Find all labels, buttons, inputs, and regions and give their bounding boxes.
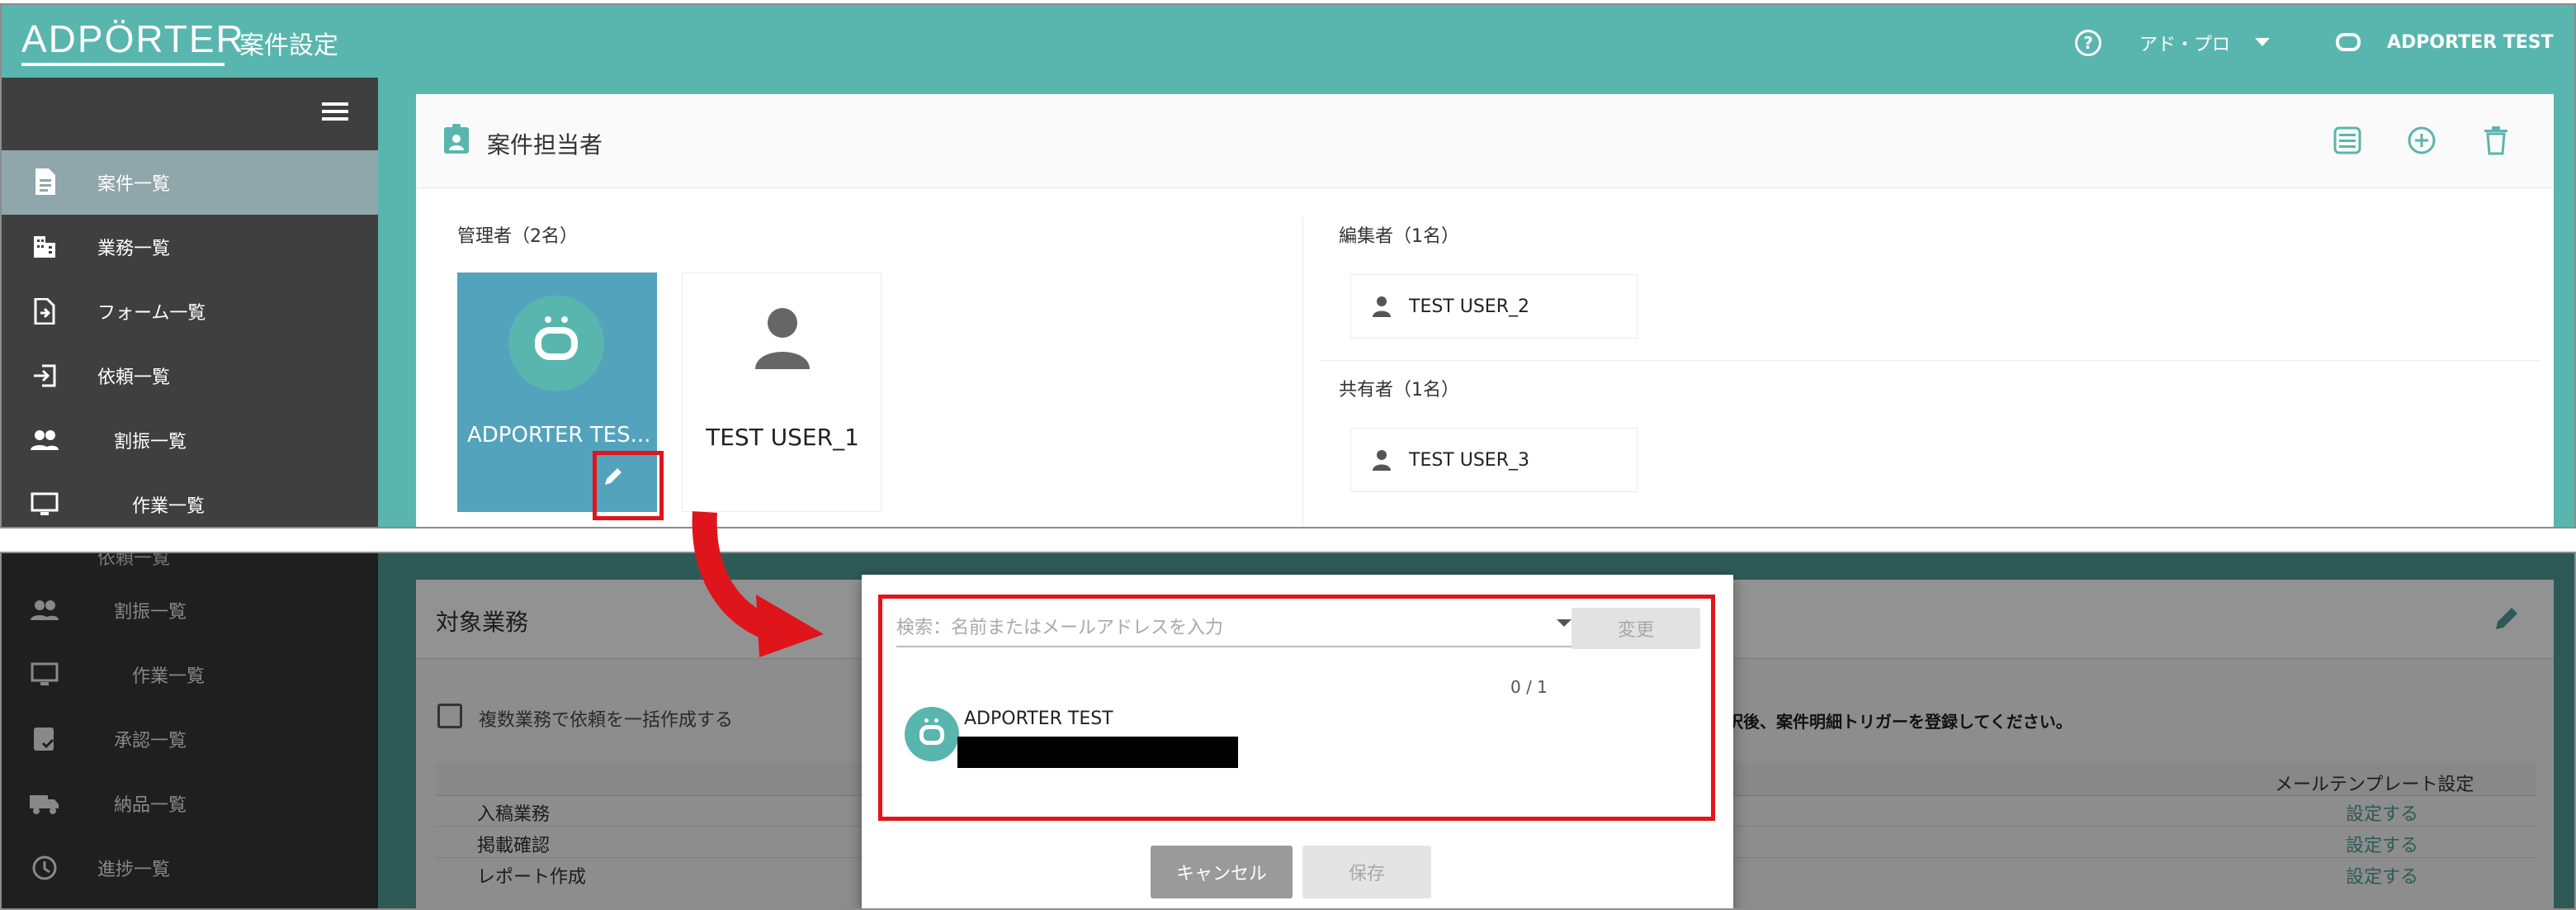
sidebar-item-label: 案件一覧 xyxy=(97,174,171,195)
bottom-screenshot-panel: 依頼一覧 割振一覧 作業一覧 承認一覧 納品一覧 進捗一覧 対象業務 複数業務で xyxy=(0,552,2576,910)
logo[interactable]: ADPÖRTER xyxy=(21,17,245,66)
sharers-label: 共有者（1名） xyxy=(1339,380,1459,400)
manager-tile[interactable]: TEST USER_1 xyxy=(682,273,882,512)
truck-icon xyxy=(30,789,59,818)
editor-chip[interactable]: TEST USER_2 xyxy=(1350,274,1638,339)
assignees-card-header xyxy=(416,94,2554,188)
person-icon xyxy=(1373,296,1391,317)
dialog-highlight-box xyxy=(878,595,1715,821)
set-link[interactable]: 設定する xyxy=(2346,831,2418,857)
bulk-checkbox[interactable] xyxy=(437,704,462,728)
column-divider xyxy=(1302,216,1303,527)
manager-name: ADPORTER TES... xyxy=(467,423,650,448)
sidebar-item-label: 依頼一覧 xyxy=(97,367,171,388)
sidebar-item-label: フォーム一覧 xyxy=(97,303,206,324)
sidebar-item-label: 進捗一覧 xyxy=(97,860,171,880)
sidebar-item-label: 割振一覧 xyxy=(114,602,187,623)
page-title: 案件設定 xyxy=(239,31,338,60)
people-icon xyxy=(30,595,59,625)
section-divider xyxy=(1321,360,2541,361)
sharer-name: TEST USER_3 xyxy=(1409,449,1529,471)
editor-name: TEST USER_2 xyxy=(1409,296,1529,317)
sidebar-item-allocation[interactable]: 割振一覧 xyxy=(2,578,378,642)
login-icon xyxy=(30,361,59,391)
person-icon xyxy=(1373,450,1391,471)
document-icon xyxy=(30,168,59,197)
flow-arrow xyxy=(692,511,824,657)
file-import-icon xyxy=(30,296,59,326)
building-icon xyxy=(30,232,59,262)
monitor-icon xyxy=(30,660,59,690)
sidebar-item-label: 作業一覧 xyxy=(132,496,206,517)
menu-toggle-icon[interactable] xyxy=(322,102,348,121)
edit-pencil-icon[interactable] xyxy=(2493,604,2521,633)
monitor-icon xyxy=(30,490,59,519)
set-link[interactable]: 設定する xyxy=(2346,799,2418,826)
sidebar-item-label: 作業一覧 xyxy=(132,666,206,687)
sidebar-item-allocation[interactable]: 割振一覧 xyxy=(2,408,378,472)
sidebar-item-delivery[interactable]: 納品一覧 xyxy=(2,771,378,836)
org-selector[interactable]: アド・プロ xyxy=(2139,30,2230,56)
sidebar-item-label: 割振一覧 xyxy=(114,432,187,453)
mail-template-header: メールテンプレート設定 xyxy=(2275,775,2474,795)
list-view-icon[interactable] xyxy=(2333,126,2362,155)
sidebar-item-requests[interactable]: 依頼一覧 xyxy=(2,344,378,408)
bulk-checkbox-label: 複数業務で依頼を一括作成する xyxy=(479,710,734,731)
sidebar-item-work[interactable]: 作業一覧 xyxy=(2,642,378,707)
help-icon[interactable]: ? xyxy=(2075,30,2101,56)
add-circle-icon[interactable] xyxy=(2407,126,2437,155)
sidebar-item-forms[interactable]: フォーム一覧 xyxy=(2,279,378,344)
save-button[interactable]: 保存 xyxy=(1302,846,1431,898)
work-row-name: 入稿業務 xyxy=(477,804,551,825)
person-icon xyxy=(755,306,810,369)
member-select-dialog: 検索：名前またはメールアドレスを入力 変更 0 / 1 ADPORTER TES… xyxy=(862,575,1733,908)
app-header: ADPÖRTER 案件設定 ? アド・プロ ADPORTER TEST xyxy=(2,5,2574,78)
people-icon xyxy=(30,425,59,455)
sidebar-item-projects[interactable]: 案件一覧 xyxy=(2,150,378,215)
clipboard-user-icon xyxy=(444,124,469,154)
cancel-button[interactable]: キャンセル xyxy=(1151,846,1293,898)
edit-highlight-box xyxy=(593,451,664,520)
sidebar-item-label-partial: 依頼一覧 xyxy=(97,552,171,569)
sidebar-item-progress[interactable]: 進捗一覧 xyxy=(2,836,378,900)
work-row-name: 掲載確認 xyxy=(477,836,551,856)
manager-name: TEST USER_1 xyxy=(706,424,859,451)
clock-icon xyxy=(30,853,59,883)
sidebar-item-approval[interactable]: 承認一覧 xyxy=(2,707,378,771)
sidebar-item-work[interactable]: 作業一覧 xyxy=(2,472,378,527)
approval-icon xyxy=(30,724,59,754)
header-user-name[interactable]: ADPORTER TEST xyxy=(2387,32,2554,53)
sharer-chip[interactable]: TEST USER_3 xyxy=(1350,428,1638,492)
sidebar: 案件一覧 業務一覧 フォーム一覧 依頼一覧 割振一覧 作業一覧 xyxy=(2,78,378,527)
top-screenshot-panel: ADPÖRTER 案件設定 ? アド・プロ ADPORTER TEST 案件一覧… xyxy=(0,3,2576,528)
delete-icon[interactable] xyxy=(2483,126,2509,155)
notice-text: 択後、案件明細トリガーを登録してください。 xyxy=(1727,712,2073,732)
sidebar-item-label: 納品一覧 xyxy=(114,795,187,816)
sidebar: 依頼一覧 割振一覧 作業一覧 承認一覧 納品一覧 進捗一覧 xyxy=(2,552,378,908)
work-row-name: レポート作成 xyxy=(477,867,587,888)
editors-label: 編集者（1名） xyxy=(1339,226,1459,247)
sidebar-item-label: 業務一覧 xyxy=(97,239,171,259)
chevron-down-icon[interactable] xyxy=(2255,38,2270,46)
set-link[interactable]: 設定する xyxy=(2346,862,2418,889)
target-work-title: 対象業務 xyxy=(436,609,529,636)
managers-label: 管理者（2名） xyxy=(457,226,578,247)
sidebar-item-label: 承認一覧 xyxy=(114,731,187,751)
assignees-card: 案件担当者 管理者（2名） ADPORTER TES... TEST USER_… xyxy=(416,94,2554,527)
assignees-title: 案件担当者 xyxy=(487,131,603,159)
sidebar-item-tasks[interactable]: 業務一覧 xyxy=(2,215,378,279)
adporter-avatar-icon xyxy=(508,296,604,391)
user-avatar-icon xyxy=(2336,33,2361,51)
